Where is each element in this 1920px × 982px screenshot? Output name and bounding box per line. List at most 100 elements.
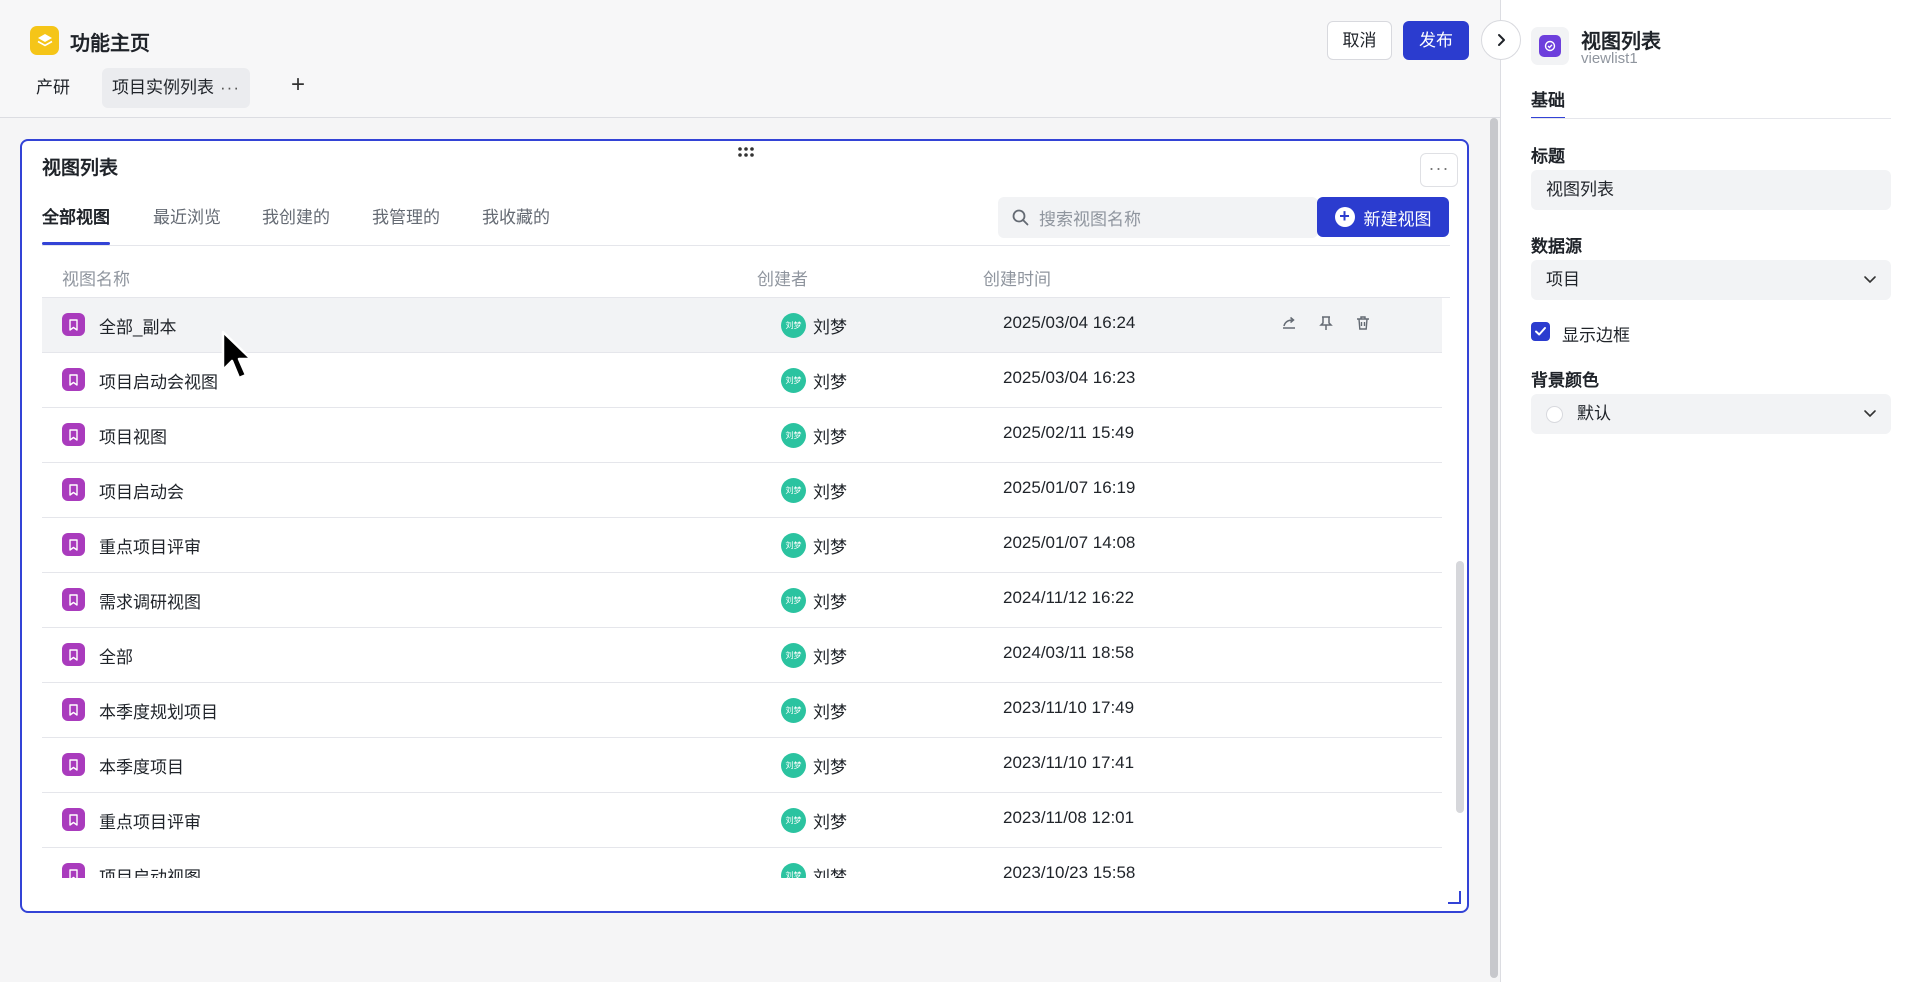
tab-divider xyxy=(42,245,1450,246)
collapse-panel-button[interactable] xyxy=(1481,20,1521,60)
view-name[interactable]: 本季度项目 xyxy=(99,753,184,778)
table-row[interactable]: 重点项目评审 刘梦 刘梦 2023/11/08 12:01 xyxy=(42,793,1442,848)
avatar: 刘梦 xyxy=(781,423,806,448)
datasource-select[interactable]: 项目 xyxy=(1531,260,1891,300)
tab-basic[interactable]: 基础 xyxy=(1531,86,1565,119)
search-placeholder: 搜索视图名称 xyxy=(1039,210,1141,229)
bookmark-icon xyxy=(62,533,85,556)
view-list-table: 全部_副本 刘梦 刘梦 2025/03/04 16:24 项目启动会视图 刘梦 刘梦 2025… xyxy=(42,298,1462,878)
widget-title: 视图列表 xyxy=(42,158,119,179)
view-name[interactable]: 重点项目评审 xyxy=(99,808,201,833)
cancel-button[interactable]: 取消 xyxy=(1327,21,1392,60)
tab-all-views[interactable]: 全部视图 xyxy=(42,205,110,245)
color-swatch-icon xyxy=(1546,406,1563,423)
show-border-label: 显示边框 xyxy=(1562,326,1630,345)
bg-color-field-label: 背景颜色 xyxy=(1531,371,1599,390)
add-tab-button[interactable]: + xyxy=(286,73,310,98)
created-time: 2024/03/11 18:58 xyxy=(1003,643,1135,662)
show-border-checkbox[interactable] xyxy=(1531,322,1550,341)
created-time: 2025/02/11 15:49 xyxy=(1003,423,1135,442)
column-header-time: 创建时间 xyxy=(983,270,1051,289)
view-name[interactable]: 项目启动视图 xyxy=(99,863,201,878)
delete-icon[interactable] xyxy=(1353,313,1373,333)
bookmark-icon xyxy=(62,588,85,611)
view-name[interactable]: 重点项目评审 xyxy=(99,533,201,558)
page-tab-more-icon[interactable]: ··· xyxy=(220,78,240,97)
creator-name: 刘梦 xyxy=(813,593,847,612)
table-row[interactable]: 本季度规划项目 刘梦 刘梦 2023/11/10 17:49 xyxy=(42,683,1442,738)
search-icon xyxy=(1012,209,1029,226)
bookmark-icon xyxy=(62,643,85,666)
avatar: 刘梦 xyxy=(781,753,806,778)
view-name[interactable]: 全部 xyxy=(99,643,133,668)
plus-circle-icon: + xyxy=(1334,207,1355,227)
chevron-right-icon xyxy=(1498,34,1505,46)
page-tab-label: 产研 xyxy=(36,78,70,97)
bg-color-select[interactable]: 默认 xyxy=(1531,394,1891,434)
creator-name: 刘梦 xyxy=(813,318,847,337)
widget-more-button[interactable]: ··· xyxy=(1420,153,1458,187)
created-time: 2025/01/07 16:19 xyxy=(1003,478,1136,497)
bookmark-icon xyxy=(62,753,85,776)
component-icon xyxy=(1531,27,1569,65)
avatar: 刘梦 xyxy=(781,643,806,668)
table-row[interactable]: 项目启动会 刘梦 刘梦 2025/01/07 16:19 xyxy=(42,463,1442,518)
table-row[interactable]: 重点项目评审 刘梦 刘梦 2025/01/07 14:08 xyxy=(42,518,1442,573)
bookmark-icon xyxy=(62,368,85,391)
share-icon[interactable] xyxy=(1279,313,1299,333)
new-view-button[interactable]: + 新建视图 xyxy=(1317,197,1449,237)
table-row[interactable]: 项目启动视图 刘梦 刘梦 2023/10/23 15:58 xyxy=(42,848,1442,878)
table-row[interactable]: 全部 刘梦 刘梦 2024/03/11 18:58 xyxy=(42,628,1442,683)
resize-handle-icon[interactable] xyxy=(1446,889,1462,905)
search-input[interactable]: 搜索视图名称 xyxy=(998,197,1318,238)
title-field-label: 标题 xyxy=(1531,147,1565,166)
view-name[interactable]: 项目视图 xyxy=(99,423,167,448)
app-title: 功能主页 xyxy=(70,33,150,55)
creator-name: 刘梦 xyxy=(813,703,847,722)
view-name[interactable]: 需求调研视图 xyxy=(99,588,201,613)
chevron-down-icon xyxy=(1864,276,1876,284)
creator-name: 刘梦 xyxy=(813,758,847,777)
avatar: 刘梦 xyxy=(781,478,806,503)
bookmark-icon xyxy=(62,808,85,831)
tab-favorites[interactable]: 我收藏的 xyxy=(482,205,550,245)
created-time: 2023/10/23 15:58 xyxy=(1003,863,1136,878)
table-row[interactable]: 本季度项目 刘梦 刘梦 2023/11/10 17:41 xyxy=(42,738,1442,793)
table-row[interactable]: 需求调研视图 刘梦 刘梦 2024/11/12 16:22 xyxy=(42,573,1442,628)
drag-handle-icon[interactable] xyxy=(736,145,756,159)
panel-tab-divider xyxy=(1531,118,1891,119)
datasource-field-label: 数据源 xyxy=(1531,237,1582,256)
view-name[interactable]: 全部_副本 xyxy=(99,313,176,338)
bookmark-icon xyxy=(62,698,85,721)
row-actions xyxy=(1279,313,1373,333)
title-field[interactable]: 视图列表 xyxy=(1531,170,1891,210)
avatar: 刘梦 xyxy=(781,863,806,878)
tab-recent[interactable]: 最近浏览 xyxy=(153,205,221,245)
bookmark-icon xyxy=(62,313,85,336)
mouse-cursor-icon xyxy=(221,330,253,380)
tab-created-by-me[interactable]: 我创建的 xyxy=(262,205,330,245)
table-row[interactable]: 项目视图 刘梦 刘梦 2025/02/11 15:49 xyxy=(42,408,1442,463)
created-time: 2024/11/12 16:22 xyxy=(1003,588,1135,607)
bookmark-icon xyxy=(62,478,85,501)
datasource-value: 项目 xyxy=(1546,270,1580,289)
view-name[interactable]: 项目启动会视图 xyxy=(99,368,218,393)
tab-managed-by-me[interactable]: 我管理的 xyxy=(372,205,440,245)
panel-component-id: viewlist1 xyxy=(1581,50,1638,67)
bg-color-value: 默认 xyxy=(1577,404,1611,423)
properties-panel: 视图列表 viewlist1 基础 标题 视图列表 数据源 项目 显示边框 背景… xyxy=(1500,0,1920,982)
view-name[interactable]: 本季度规划项目 xyxy=(99,698,218,723)
canvas-scrollbar[interactable] xyxy=(1490,118,1498,978)
publish-button[interactable]: 发布 xyxy=(1403,21,1469,60)
pin-icon[interactable] xyxy=(1316,313,1336,333)
page-tab-project-list[interactable]: 项目实例列表 ··· xyxy=(102,68,250,108)
avatar: 刘梦 xyxy=(781,313,806,338)
view-name[interactable]: 项目启动会 xyxy=(99,478,184,503)
view-list-widget[interactable]: 视图列表 ··· 全部视图 最近浏览 我创建的 我管理的 我收藏的 搜索视图名称… xyxy=(20,139,1469,913)
created-time: 2023/11/10 17:41 xyxy=(1003,753,1135,772)
creator-name: 刘梦 xyxy=(813,373,847,392)
list-scrollbar[interactable] xyxy=(1456,561,1464,813)
column-header-creator: 创建者 xyxy=(757,270,808,289)
page-tab-product[interactable]: 产研 xyxy=(26,68,80,108)
avatar: 刘梦 xyxy=(781,533,806,558)
